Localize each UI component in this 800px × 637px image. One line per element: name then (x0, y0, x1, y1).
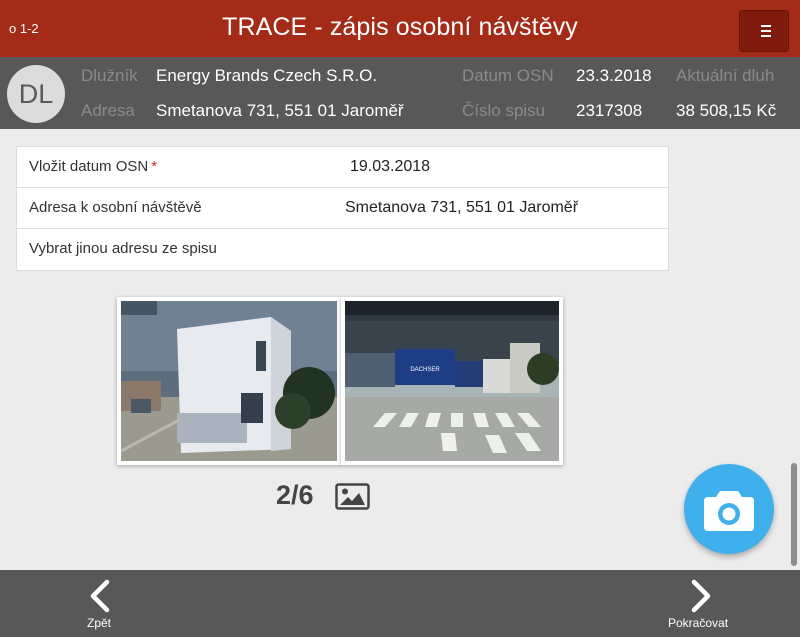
address-label: Adresa (81, 101, 135, 120)
osn-date-row[interactable]: Vložit datum OSN * 19.03.2018 (17, 147, 668, 188)
continue-button[interactable]: Pokračovat (664, 570, 740, 637)
osn-date-field-label: Vložit datum OSN * (29, 158, 158, 175)
warehouse-photo: DACHSER (345, 301, 559, 461)
select-other-address-row[interactable]: Vybrat jinou adresu ze spisu (17, 229, 668, 270)
back-label: Zpět (87, 616, 112, 630)
visit-form-card: Vložit datum OSN * 19.03.2018 Adresa k os… (16, 146, 669, 271)
avatar: DL (7, 65, 65, 123)
photo-thumbnail-2[interactable]: DACHSER (341, 297, 563, 465)
menu-button[interactable] (739, 10, 789, 52)
case-info-bar: DL Dlužník Energy Brands Czech S.R.O. Ad… (0, 57, 800, 129)
building-photo (121, 301, 337, 461)
debtor-value: Energy Brands Czech S.R.O. (156, 66, 378, 85)
required-marker: * (151, 158, 158, 175)
app-header: o 1-2 TRACE - zápis osobní návštěvy (0, 0, 800, 57)
hamburger-icon (761, 25, 771, 40)
back-button[interactable]: Zpět (70, 570, 130, 637)
photo-thumbnail-1[interactable] (117, 297, 341, 465)
osn-date-field[interactable]: 19.03.2018 (350, 158, 430, 176)
svg-text:DACHSER: DACHSER (410, 367, 440, 373)
visit-address-label: Adresa k osobní návštěvě (29, 199, 202, 216)
address-value: Smetanova 731, 551 01 Jaroměř (156, 101, 404, 120)
continue-label: Pokračovat (668, 616, 729, 630)
chevron-right-icon (691, 579, 711, 613)
select-other-address-label: Vybrat jinou adresu ze spisu (29, 240, 217, 257)
visit-address-row[interactable]: Adresa k osobní návštěvě Smetanova 731, … (17, 188, 668, 229)
case-number-value: 2317308 (576, 101, 643, 120)
page-title: TRACE - zápis osobní návštěvy (222, 13, 578, 41)
case-number-label: Číslo spisu (462, 101, 546, 120)
photo-counter: 2/6 (276, 480, 314, 510)
scrollbar-thumb[interactable] (791, 463, 797, 566)
debtor-label: Dlužník (81, 66, 138, 85)
visit-address-value[interactable]: Smetanova 731, 551 01 Jaroměř (345, 199, 578, 217)
take-photo-button[interactable] (684, 464, 774, 554)
bottom-nav: Zpět Pokračovat (0, 570, 800, 637)
osn-date-value: 23.3.2018 (576, 66, 652, 85)
debt-value: 38 508,15 Kč (676, 101, 777, 120)
image-icon (335, 483, 370, 510)
osn-date-label: Datum OSN (462, 66, 554, 85)
debt-label: Aktuální dluh (676, 66, 775, 85)
camera-icon (704, 491, 754, 531)
chevron-left-icon (90, 579, 110, 613)
